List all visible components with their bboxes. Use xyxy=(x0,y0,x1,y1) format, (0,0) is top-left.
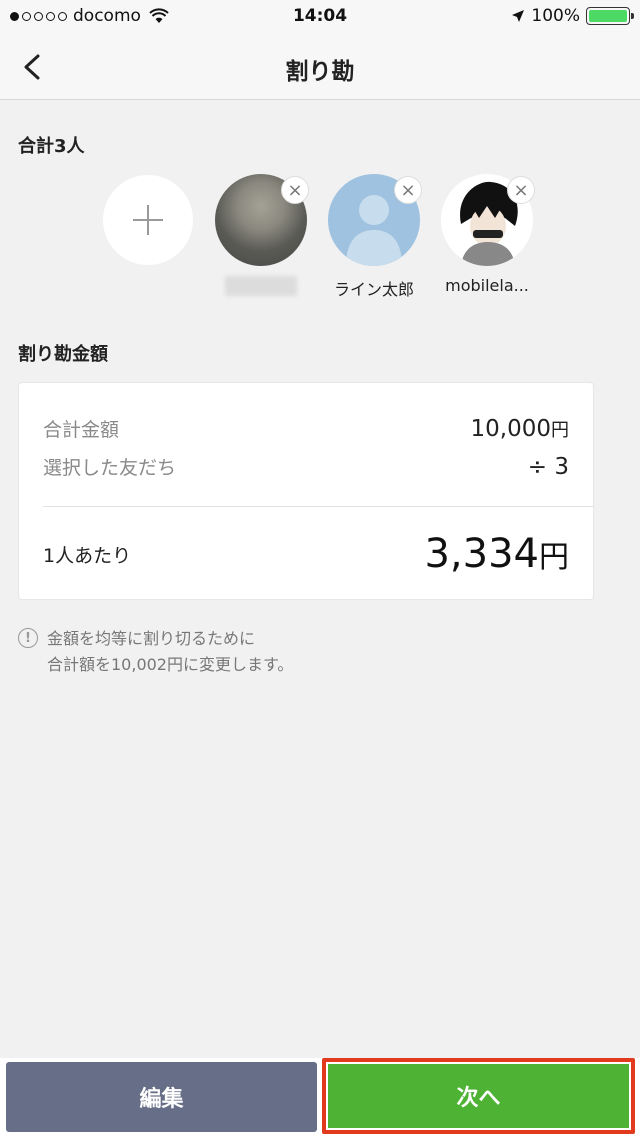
selected-friends-row: 選択した友だち ÷ 3 xyxy=(43,453,569,480)
notice-line-2: 合計額を10,002円に変更します。 xyxy=(47,655,294,674)
next-button[interactable]: 次へ xyxy=(328,1064,629,1128)
rounding-notice: ! 金額を均等に割り切るために 合計額を10,002円に変更します。 xyxy=(18,626,293,678)
navigation-bar: 割り勘 xyxy=(0,34,640,100)
yen-unit: 円 xyxy=(539,540,569,575)
close-icon: × xyxy=(400,179,416,201)
total-amount-row: 合計金額 10,000円 xyxy=(43,415,569,442)
next-button-highlight: 次へ xyxy=(322,1058,635,1134)
member-item: × xyxy=(215,174,309,296)
member-name: mobilela... xyxy=(445,276,529,295)
status-right: 100% xyxy=(511,6,634,26)
members-count-title: 合計3人 xyxy=(18,136,85,157)
remove-member-button[interactable]: × xyxy=(507,176,535,204)
add-member-button[interactable] xyxy=(103,175,193,265)
plus-icon xyxy=(133,205,163,235)
members-row: × × ライン太郎 × mobilela... xyxy=(103,174,543,304)
amount-card: 合計金額 10,000円 選択した友だち ÷ 3 1人あたり 3,334円 xyxy=(18,382,594,600)
status-bar: docomo 14:04 100% xyxy=(0,0,640,34)
selected-friends-value: ÷ 3 xyxy=(527,454,569,480)
member-item: × mobilela... xyxy=(441,174,535,295)
remove-member-button[interactable]: × xyxy=(394,176,422,204)
per-person-number: 3,334 xyxy=(424,531,539,577)
remove-member-button[interactable]: × xyxy=(281,176,309,204)
total-amount-label: 合計金額 xyxy=(43,419,120,441)
divider xyxy=(43,506,593,507)
yen-unit: 円 xyxy=(551,420,569,441)
location-arrow-icon xyxy=(512,10,525,22)
battery-icon xyxy=(586,7,634,25)
close-icon: × xyxy=(287,179,303,201)
total-amount-number: 10,000 xyxy=(470,416,551,442)
edit-button[interactable]: 編集 xyxy=(6,1062,317,1132)
per-person-row: 1人あたり 3,334円 xyxy=(43,531,569,577)
selected-friends-label: 選択した友だち xyxy=(43,457,177,479)
member-name-blurred xyxy=(225,276,297,296)
notice-line-1: 金額を均等に割り切るために xyxy=(47,629,256,648)
per-person-label: 1人あたり xyxy=(43,544,132,567)
close-icon: × xyxy=(513,179,529,201)
page-title: 割り勘 xyxy=(285,59,355,85)
bottom-button-bar: 編集 次へ xyxy=(0,1058,640,1138)
split-amount-title: 割り勘金額 xyxy=(18,344,108,365)
member-item: × ライン太郎 xyxy=(328,174,422,300)
notice-text: 金額を均等に割り切るために 合計額を10,002円に変更します。 xyxy=(47,626,293,678)
member-name: ライン太郎 xyxy=(333,280,414,299)
info-icon: ! xyxy=(18,628,38,648)
per-person-value: 3,334円 xyxy=(424,531,569,577)
battery-percent: 100% xyxy=(531,6,580,26)
total-amount-value[interactable]: 10,000円 xyxy=(471,416,569,442)
